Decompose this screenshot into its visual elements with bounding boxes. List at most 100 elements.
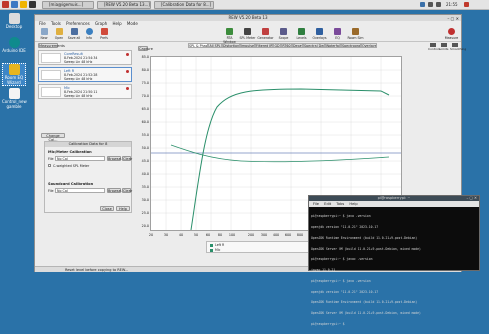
c-weighted-checkbox[interactable]	[48, 164, 51, 167]
generator-icon	[262, 28, 269, 35]
tab-distortion[interactable]: Distortion	[222, 43, 240, 48]
levels-button[interactable]: Levels	[293, 27, 310, 41]
browser-icon[interactable]	[11, 1, 18, 8]
room-sim-button[interactable]: Room Sim	[347, 27, 364, 41]
toolbar-label: SPL Meter	[239, 36, 256, 40]
soundcard-cal-file-field[interactable]: No Cal	[55, 188, 105, 193]
window-title: REW V5.20 Beta 13	[228, 15, 268, 20]
measurement-desc: Sweep Lin 48 kHz	[64, 94, 93, 98]
scope-button[interactable]: Scope	[275, 27, 292, 41]
limits-button[interactable]: Limits	[439, 43, 449, 51]
c-weighted-label: C-weighted SPL Meter	[53, 164, 90, 168]
terminal-line: OpenJDK Runtime Environment (build 11.0.…	[311, 300, 418, 305]
terminal-line: OpenJDK Server VM (build 11.0.21+9-post-…	[311, 246, 421, 251]
x-tick-label: 400	[272, 233, 280, 237]
legend-swatch	[210, 244, 213, 247]
measurement-item[interactable]: Left R 8-Feb-2024 21:52:28 Sweep Lin 48 …	[38, 67, 132, 82]
wifi-icon[interactable]	[428, 2, 433, 7]
raspberry-menu-icon[interactable]	[2, 1, 9, 8]
remove-icon[interactable]	[126, 87, 129, 90]
y-tick-label: 60.0	[141, 120, 149, 124]
terminal-icon[interactable]	[29, 1, 36, 8]
tab-gd[interactable]: GD	[273, 43, 281, 48]
arduino-icon	[8, 37, 20, 48]
legend-label: Mic	[215, 248, 221, 252]
tab-impulse[interactable]: Impulse	[240, 43, 255, 48]
save-all-button[interactable]: Save all	[67, 27, 81, 41]
desktop-icon-trash[interactable]: Desktop	[2, 13, 26, 29]
controls-button[interactable]: Controls	[428, 43, 440, 51]
terminal-output[interactable]: pi@raspberrypi:~ $ java -version openjdk…	[311, 208, 477, 326]
tab-spl-phase[interactable]: SPL & Phase	[188, 43, 208, 48]
toolbar-label: Overlays	[312, 36, 327, 40]
new-button[interactable]: New	[37, 27, 51, 41]
tab-spectral-decay[interactable]: Spectral Decay	[303, 43, 325, 48]
eject-icon[interactable]	[464, 2, 469, 7]
x-tick-label: 300	[260, 233, 268, 237]
rta-button[interactable]: RTA Window	[221, 27, 238, 44]
remove-icon[interactable]	[126, 53, 129, 56]
x-tick-label: 20	[148, 233, 154, 237]
menu-help[interactable]: Help	[349, 201, 357, 207]
measurement-item[interactable]: Mic 8-Feb-2024 21:50:11 Sweep Lin 48 kHz	[38, 84, 132, 99]
menu-edit[interactable]: Edit	[324, 201, 331, 207]
close-button[interactable]: Close	[100, 206, 114, 211]
menu-tabs[interactable]: Tabs	[336, 201, 344, 207]
remove-icon[interactable]	[126, 70, 129, 73]
change-cal-button[interactable]: Change Cal...	[41, 133, 65, 142]
menu-file[interactable]: File	[313, 201, 319, 207]
eq-button[interactable]: EQ	[329, 27, 346, 41]
overlays-button[interactable]: Overlays	[311, 27, 328, 41]
browse-button[interactable]: Browse...	[107, 188, 124, 193]
desktop-icon-arduino[interactable]: Arduino IDE	[2, 37, 26, 53]
tab-overlays[interactable]: Overlays	[361, 43, 377, 48]
x-tick-label: 60	[205, 233, 211, 237]
clear-button[interactable]: Clear	[122, 156, 132, 161]
open-button[interactable]: Open	[52, 27, 66, 41]
spl-meter-button[interactable]: SPL Meter	[239, 27, 256, 41]
terminal-line: OpenJDK Server VM (build 11.0.21+9-post-…	[311, 311, 421, 316]
legend-swatch	[210, 249, 213, 252]
y-tick-label: 35.0	[141, 185, 149, 189]
file-manager-icon[interactable]	[20, 1, 27, 8]
tab-filtered-ir[interactable]: Filtered IR	[255, 43, 273, 48]
measurement-thumbnail	[41, 70, 61, 80]
measurement-thumbnail	[41, 53, 61, 63]
tab-rt60[interactable]: RT60	[281, 43, 292, 48]
measurements-header[interactable]: Measurements	[38, 43, 65, 48]
help-button[interactable]: Help	[116, 206, 130, 211]
generator-button[interactable]: Generator	[257, 27, 274, 41]
tab-waterfall[interactable]: Waterfall	[325, 43, 341, 48]
y-tick-label: 40.0	[141, 172, 149, 176]
info-button[interactable]: Info	[82, 27, 96, 41]
browse-button[interactable]: Browse...	[107, 156, 124, 161]
x-tick-label: 40	[178, 233, 184, 237]
desktop-icon-rew[interactable]: Room EQ Wizard	[2, 63, 26, 86]
mic-cal-file-field[interactable]: No Cal	[55, 156, 105, 161]
toolbar-label: Measure	[444, 36, 459, 40]
bluetooth-icon[interactable]	[420, 2, 425, 7]
volume-icon[interactable]	[436, 2, 441, 7]
graph-button-label: Limits	[439, 47, 449, 51]
y-tick-label: 85.0	[141, 55, 149, 59]
task-calibration[interactable]: [Calibration Data for 8...]	[154, 1, 214, 9]
rta-icon	[226, 28, 233, 35]
y-tick-label: 75.0	[141, 81, 149, 85]
toolbar-label: Generator	[257, 36, 274, 40]
desktop-icon-file[interactable]: Control_new gamble	[2, 88, 27, 109]
measurement-item[interactable]: CoreResult 8-Feb-2024 21:54:34 Sweep Lin…	[38, 50, 132, 65]
task-rew[interactable]: [REW V5.20 Beta 13...]	[97, 1, 151, 9]
preferences-button[interactable]: Prefs	[97, 27, 111, 41]
tab-decay[interactable]: Decay	[292, 43, 303, 48]
task-terminal[interactable]: [mia@igemuis...]	[42, 1, 94, 9]
open-icon	[55, 28, 63, 35]
clear-button[interactable]: Clear	[122, 188, 132, 193]
smoothing-button[interactable]: Smoothing	[450, 43, 466, 51]
tab-spectrogram[interactable]: Spectrogram	[341, 43, 361, 48]
x-tick-label: 30	[163, 233, 169, 237]
capture-button[interactable]: Capture	[138, 46, 153, 51]
x-tick-label: 600	[284, 233, 292, 237]
tab-all-spl[interactable]: All SPL	[208, 43, 222, 48]
measure-button[interactable]: Measure	[443, 27, 460, 41]
clock: 21:55	[446, 2, 458, 7]
